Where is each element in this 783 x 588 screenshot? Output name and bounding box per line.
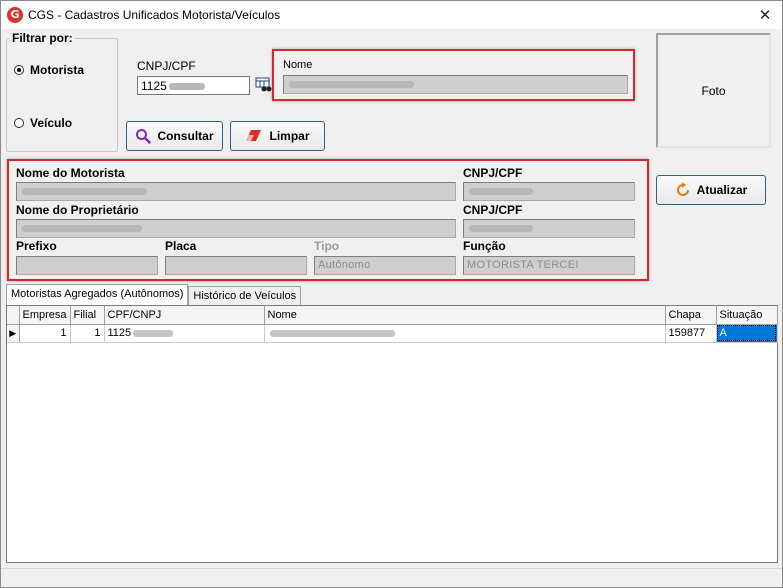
redacted-text (133, 329, 174, 337)
redacted-text (289, 80, 414, 88)
limpar-button[interactable]: Limpar (230, 121, 325, 151)
nome-search-label: Nome (283, 59, 313, 71)
nome-motorista-field (16, 182, 456, 201)
redacted-text (469, 224, 533, 232)
column-header[interactable]: Chapa (665, 306, 717, 325)
binoculars-search-icon[interactable] (255, 77, 272, 93)
radio-veiculo-label: Veículo (30, 116, 73, 130)
cnpj-search-label: CNPJ/CPF (137, 59, 196, 73)
placa-label: Placa (165, 239, 197, 253)
row-indicator-header (7, 306, 20, 325)
app-logo-icon: G (7, 7, 23, 23)
cpf-cell[interactable]: 1125 (104, 324, 265, 343)
title-bar: G CGS - Cadastros Unificados Motorista/V… (1, 1, 782, 29)
main-window: G CGS - Cadastros Unificados Motorista/V… (0, 0, 783, 588)
radio-motorista-label: Motorista (30, 63, 84, 77)
funcao-field: MOTORISTA TERCEI (463, 256, 635, 275)
nome-proprietario-label: Nome do Proprietário (16, 203, 139, 217)
nome-search-input[interactable] (283, 75, 628, 94)
photo-box: Foto (656, 33, 771, 148)
column-header[interactable]: CPF/CNPJ (104, 306, 265, 325)
limpar-label: Limpar (269, 129, 310, 143)
cnpj-search-value: 1125 (141, 79, 167, 93)
consultar-label: Consultar (157, 129, 214, 143)
cnpj-search-input[interactable]: 1125 (137, 76, 250, 95)
redacted-text (269, 329, 395, 337)
empresa-cell[interactable]: 1 (19, 324, 71, 343)
tab-strip: Motoristas Agregados (Autônomos) Históri… (6, 284, 302, 305)
redacted-text (469, 187, 533, 195)
chapa-cell[interactable]: 159877 (665, 324, 717, 343)
atualizar-button[interactable]: Atualizar (656, 175, 766, 205)
cnpj-cpf-field-2 (463, 219, 635, 238)
cnpj-cpf-field-1 (463, 182, 635, 201)
tab-motoristas-agregados[interactable]: Motoristas Agregados (Autônomos) (6, 284, 189, 305)
cnpj-cpf-label-1: CNPJ/CPF (463, 166, 523, 180)
radio-unselected-icon (14, 118, 24, 128)
row-pointer-icon: ▶ (7, 324, 20, 343)
tipo-label: Tipo (314, 239, 340, 253)
situacao-cell[interactable]: A (716, 324, 778, 343)
redacted-text (168, 83, 205, 91)
cnpj-cpf-label-2: CNPJ/CPF (463, 203, 523, 217)
radio-veiculo[interactable]: Veículo (14, 116, 72, 130)
column-header[interactable]: Empresa (19, 306, 71, 325)
redacted-text (22, 187, 147, 195)
prefixo-field (16, 256, 158, 275)
tipo-field: Autônomo (314, 256, 456, 275)
filter-group (6, 38, 118, 152)
refresh-icon (676, 182, 689, 196)
column-header[interactable]: Filial (70, 306, 105, 325)
filter-legend: Filtrar por: (10, 31, 75, 45)
atualizar-label: Atualizar (696, 183, 748, 197)
status-bar (1, 568, 782, 587)
consultar-button[interactable]: Consultar (126, 121, 223, 151)
results-grid[interactable]: Empresa Filial CPF/CNPJ Nome Chapa Situa… (6, 305, 778, 563)
placa-field (165, 256, 307, 275)
radio-selected-icon (14, 65, 24, 75)
window-title: CGS - Cadastros Unificados Motorista/Veí… (28, 8, 281, 22)
prefixo-label: Prefixo (16, 239, 57, 253)
column-header[interactable]: Situação (716, 306, 778, 325)
column-header[interactable]: Nome (264, 306, 666, 325)
nome-cell[interactable] (264, 324, 666, 343)
close-icon[interactable]: ✕ (750, 3, 780, 27)
search-icon (136, 129, 152, 144)
tab-historico-veiculos[interactable]: Histórico de Veículos (188, 286, 302, 305)
radio-motorista[interactable]: Motorista (14, 63, 84, 77)
table-row[interactable]: ▶ 1 1 1125 159877 A (7, 324, 778, 343)
photo-label: Foto (701, 83, 726, 98)
cpf-cell-value: 1125 (107, 327, 132, 339)
header-row: Empresa Filial CPF/CNPJ Nome Chapa Situa… (7, 306, 778, 325)
results-table: Empresa Filial CPF/CNPJ Nome Chapa Situa… (7, 306, 778, 343)
funcao-label: Função (463, 239, 506, 253)
redacted-text (22, 224, 142, 232)
eraser-icon (246, 130, 262, 141)
filial-cell[interactable]: 1 (70, 324, 105, 343)
nome-proprietario-field (16, 219, 456, 238)
nome-motorista-label: Nome do Motorista (16, 166, 125, 180)
